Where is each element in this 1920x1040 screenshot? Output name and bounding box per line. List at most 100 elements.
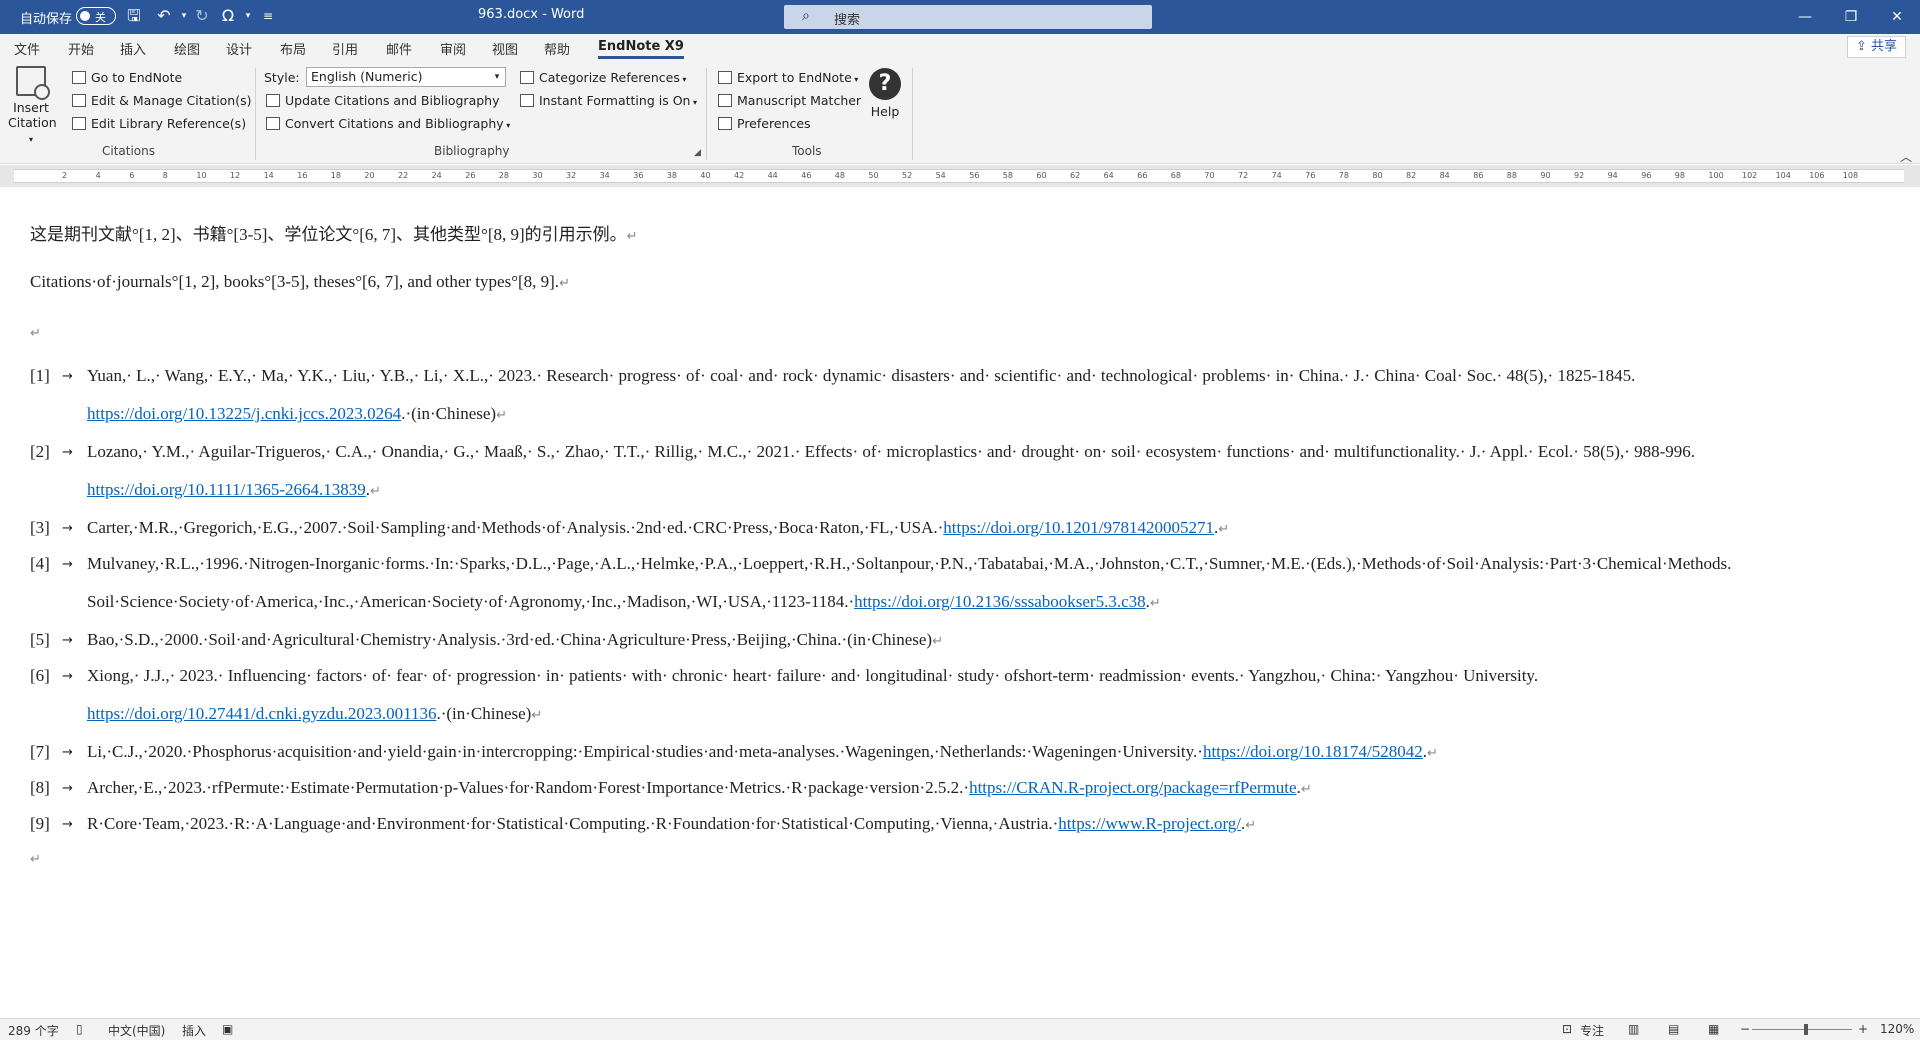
zoom-out-icon[interactable]: −: [1740, 1022, 1750, 1036]
update-citations-button[interactable]: Update Citations and Bibliography: [266, 93, 500, 108]
ruler-tick: 82: [1406, 171, 1417, 180]
proofing-icon[interactable]: ▯: [76, 1022, 83, 1036]
ruler-tick: 16: [297, 171, 308, 180]
tab-review[interactable]: 审阅: [440, 39, 466, 58]
ruler-tick: 104: [1775, 171, 1791, 180]
insert-citation-button[interactable]: Insert Citation ▾: [8, 66, 57, 145]
reference-link[interactable]: https://doi.org/10.18174/528042: [1203, 742, 1423, 761]
macro-icon[interactable]: ▣: [222, 1022, 233, 1036]
reference-line: Archer,·E.,·2023.·rfPermute:·Estimate·Pe…: [87, 778, 1312, 798]
instant-formatting-button[interactable]: Instant Formatting is On ▾: [520, 93, 697, 108]
ruler-tick: 2: [62, 171, 68, 180]
autosave-label: 自动保存: [20, 12, 73, 27]
reference-link[interactable]: https://doi.org/10.2136/sssabookser5.3.c…: [854, 592, 1146, 611]
tab-home[interactable]: 开始: [68, 39, 94, 58]
collapse-ribbon-icon[interactable]: ︿: [1900, 148, 1912, 165]
customize-toolbar-icon[interactable]: ≡: [258, 6, 278, 26]
insert-mode[interactable]: 插入: [182, 1022, 206, 1039]
reference-text: Bao,·S.D.,·2000.·Soil·and·Agricultural·C…: [87, 630, 933, 649]
ruler-tick: 52: [902, 171, 913, 180]
reference-link[interactable]: https://CRAN.R-project.org/package=rfPer…: [969, 778, 1296, 797]
ruler-tick: 106: [1809, 171, 1825, 180]
reference-text: Li,·C.J.,·2020.·Phosphorus·acquisition·a…: [87, 742, 1203, 761]
tab-view[interactable]: 视图: [492, 39, 518, 58]
tab-layout[interactable]: 布局: [280, 39, 306, 58]
dialog-launcher-icon[interactable]: ◢: [694, 148, 701, 158]
reference-number: [4]: [30, 554, 50, 573]
tab-arrow-icon: →: [62, 445, 73, 460]
reference-text: Yuan,· L.,· Wang,· E.Y.,· Ma,· Y.K.,· Li…: [87, 366, 1636, 385]
ruler-tick: 54: [935, 171, 946, 180]
share-button[interactable]: ⇪ 共享: [1846, 36, 1906, 58]
close-icon[interactable]: ✕: [1874, 0, 1920, 34]
search-placeholder: 搜索: [834, 13, 861, 28]
tab-references[interactable]: 引用: [332, 39, 358, 58]
instant-label: Instant Formatting is On: [539, 93, 691, 108]
matcher-icon: [718, 94, 732, 107]
go-to-endnote-button[interactable]: Go to EndNote: [72, 70, 182, 85]
edit-manage-citations-button[interactable]: Edit & Manage Citation(s): [72, 93, 252, 108]
tab-insert[interactable]: 插入: [120, 39, 146, 58]
restore-icon[interactable]: ❐: [1828, 0, 1874, 34]
preferences-button[interactable]: Preferences: [718, 116, 811, 131]
zoom-slider-handle[interactable]: [1804, 1024, 1808, 1035]
web-layout-icon[interactable]: ▦: [1708, 1022, 1719, 1036]
export-to-endnote-button[interactable]: Export to EndNote ▾: [718, 70, 858, 85]
ruler-tick: 30: [532, 171, 543, 180]
reference-link[interactable]: https://www.R-project.org/: [1058, 814, 1241, 833]
symbol-dropdown-icon[interactable]: ▾: [238, 6, 258, 26]
read-mode-icon[interactable]: ▥: [1628, 1022, 1639, 1036]
print-layout-icon[interactable]: ▤: [1668, 1022, 1679, 1036]
focus-mode[interactable]: 专注: [1580, 1022, 1604, 1039]
undo-dropdown-icon[interactable]: ▾: [174, 6, 194, 26]
minimize-icon[interactable]: —: [1782, 0, 1828, 34]
reference-link[interactable]: https://doi.org/10.1201/9781420005271: [943, 518, 1214, 537]
edit-library-references-button[interactable]: Edit Library Reference(s): [72, 116, 246, 131]
word-count[interactable]: 289 个字: [8, 1022, 59, 1039]
reference-link[interactable]: https://doi.org/10.13225/j.cnki.jccs.202…: [87, 404, 401, 423]
ruler-tick: 68: [1170, 171, 1181, 180]
tab-help[interactable]: 帮助: [544, 39, 570, 58]
redo-icon[interactable]: ↻: [192, 6, 212, 26]
tab-mailings[interactable]: 邮件: [386, 39, 412, 58]
bibliography-group-label: Bibliography: [434, 144, 510, 158]
language-indicator[interactable]: 中文(中国): [108, 1022, 165, 1039]
save-icon[interactable]: 🖫: [124, 6, 144, 26]
horizontal-ruler[interactable]: 2 4 6 8 10 12 14 16 18 20 22 24 26 28 30 32 34 36 38 40 42 44…: [0, 165, 1920, 187]
autosave-toggle[interactable]: 关: [76, 7, 116, 25]
reference-number: [9]: [30, 814, 50, 833]
endnote-icon: [72, 71, 86, 84]
zoom-slider[interactable]: [1752, 1029, 1852, 1030]
group-divider: [912, 68, 913, 160]
paragraph-mark: ↵: [626, 228, 638, 243]
update-icon: [266, 94, 280, 107]
symbol-icon[interactable]: Ω: [218, 6, 238, 26]
convert-citations-button[interactable]: Convert Citations and Bibliography ▾: [266, 116, 510, 131]
reference-number: [2]: [30, 442, 50, 461]
tab-draw[interactable]: 绘图: [174, 39, 200, 58]
ruler-tick: 44: [767, 171, 778, 180]
ruler-tick: 94: [1607, 171, 1618, 180]
reference-link[interactable]: https://doi.org/10.27441/d.cnki.gyzdu.20…: [87, 704, 436, 723]
ruler-tick: 88: [1506, 171, 1517, 180]
zoom-level[interactable]: 120%: [1880, 1022, 1914, 1036]
categorize-references-button[interactable]: Categorize References ▾: [520, 70, 686, 85]
document-body[interactable]: 这是期刊文献°[1, 2]、书籍°[3-5]、学位论文°[6, 7]、其他类型°…: [0, 188, 1920, 1018]
ruler-tick: 26: [465, 171, 476, 180]
undo-icon[interactable]: ↶: [154, 6, 174, 26]
style-value: English (Numeric): [311, 69, 423, 84]
tools-group-label: Tools: [792, 144, 822, 158]
tab-file[interactable]: 文件: [14, 39, 40, 58]
style-select[interactable]: English (Numeric) ▾: [306, 67, 506, 87]
reference-link[interactable]: https://doi.org/10.1111/1365-2664.13839: [87, 480, 366, 499]
tab-endnote[interactable]: EndNote X9: [598, 39, 684, 59]
search-box[interactable]: ⌕ 搜索: [784, 5, 1152, 29]
convert-icon: [266, 117, 280, 130]
zoom-in-icon[interactable]: +: [1858, 1022, 1868, 1036]
help-icon: ?: [869, 68, 901, 100]
help-button[interactable]: ? Help: [868, 68, 902, 119]
reference-text: Lozano,· Y.M.,· Aguilar-Trigueros,· C.A.…: [87, 442, 1696, 461]
manuscript-matcher-button[interactable]: Manuscript Matcher: [718, 93, 861, 108]
tab-design[interactable]: 设计: [226, 39, 252, 58]
ruler-tick: 46: [801, 171, 812, 180]
